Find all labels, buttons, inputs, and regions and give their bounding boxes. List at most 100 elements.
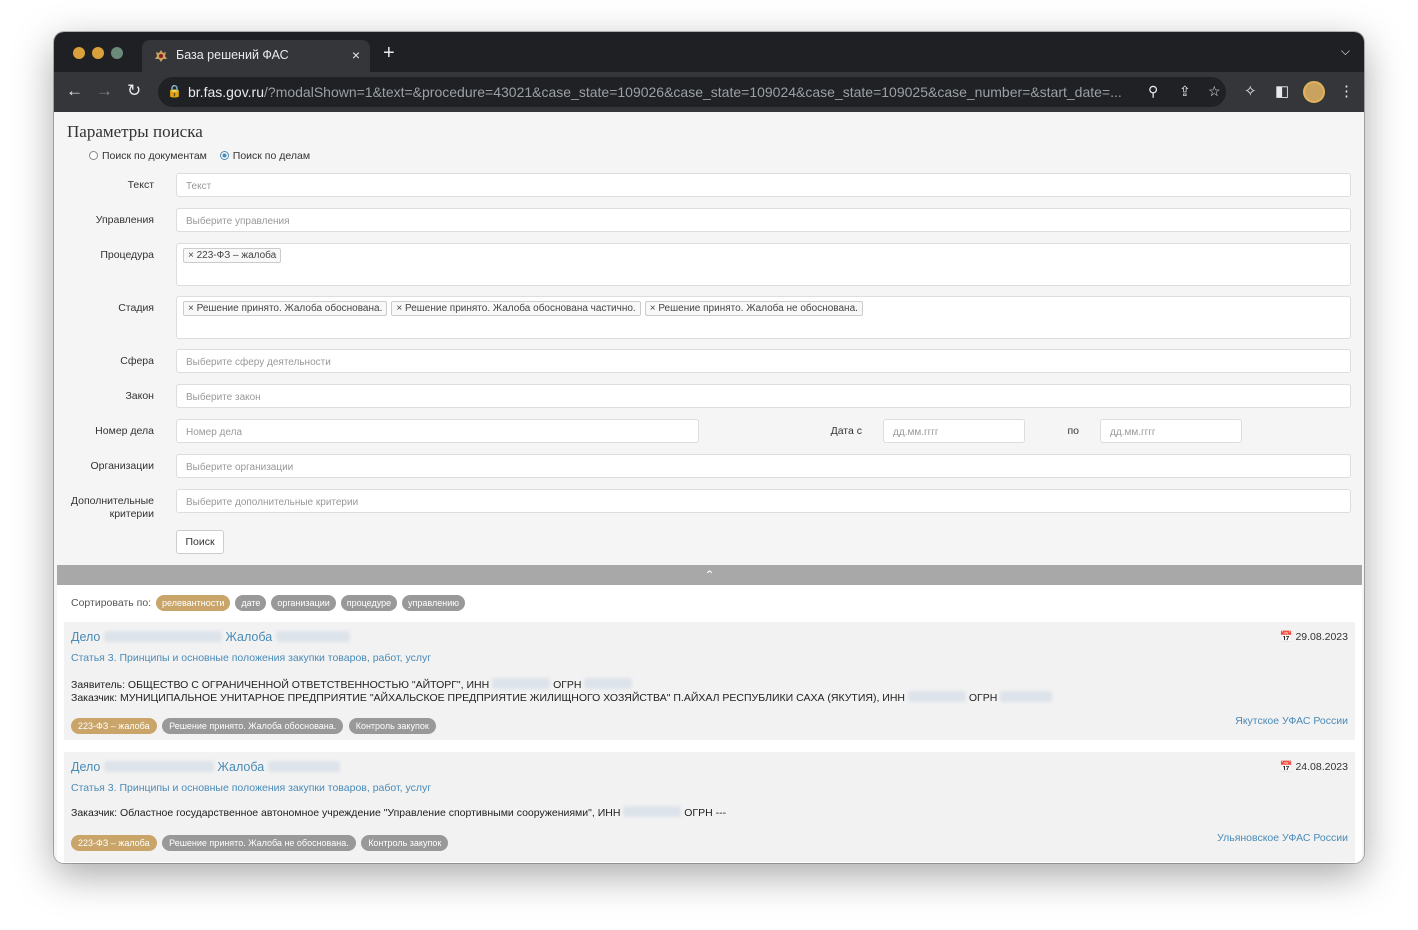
result-card: Дело Жалоба 📅 24.08.2023 Статья 3. Принц…: [64, 752, 1355, 862]
stage-select[interactable]: × Решение принято. Жалоба обоснована. × Р…: [176, 296, 1351, 339]
case-prefix[interactable]: Дело: [71, 760, 100, 774]
forward-arrow-icon[interactable]: →: [96, 81, 113, 101]
kebab-menu-icon[interactable]: ⋮: [1339, 82, 1354, 100]
extensions-icon[interactable]: ✧: [1244, 82, 1257, 100]
category-tag[interactable]: Контроль закупок: [348, 718, 436, 734]
case-title-link[interactable]: Дело Жалоба: [71, 760, 340, 774]
departments-select[interactable]: Выберите управления: [176, 208, 1351, 232]
case-prefix[interactable]: Дело: [71, 630, 100, 644]
case-tags: 223-ФЗ – жалоба Решение принято. Жалоба …: [71, 833, 449, 851]
browser-window: База решений ФАС × + ⌵ ← → ↻ 🔒 br.fas.go…: [54, 32, 1364, 863]
redacted-number: [103, 761, 214, 772]
result-card: Дело Жалоба 📅 29.08.2023 Статья 3. Принц…: [64, 622, 1355, 740]
case-type[interactable]: Жалоба: [225, 630, 272, 644]
customer-ogrn: ОГРН: [968, 692, 998, 704]
minimize-window-button[interactable]: [92, 47, 104, 59]
stage-chip[interactable]: × Решение принято. Жалоба не обоснована.: [644, 301, 863, 316]
case-number-input[interactable]: Номер дела: [176, 419, 699, 443]
radio-cases-label[interactable]: Поиск по делам: [233, 150, 310, 162]
maximize-window-button[interactable]: [111, 47, 123, 59]
lock-icon: 🔒: [167, 84, 182, 98]
page-title: Параметры поиска: [67, 122, 203, 141]
redacted-number: [275, 631, 350, 642]
browser-toolbar: ← → ↻ 🔒 br.fas.gov.ru/?modalShown=1&text…: [54, 72, 1364, 112]
share-icon[interactable]: ⇪: [1179, 83, 1191, 100]
close-window-button[interactable]: [73, 47, 85, 59]
chevron-down-icon[interactable]: ⌵: [1341, 44, 1350, 59]
redacted-ogrn: [584, 678, 633, 689]
orgs-select[interactable]: Выберите организации: [176, 454, 1351, 478]
sphere-select[interactable]: Выберите сферу деятельности: [176, 349, 1351, 373]
page: Параметры поиска Поиск по документам Пои…: [54, 112, 1364, 863]
procedure-tag[interactable]: 223-ФЗ – жалоба: [71, 718, 157, 734]
case-article[interactable]: Статья 3. Принципы и основные положения …: [71, 652, 431, 664]
calendar-icon: 📅: [1279, 761, 1293, 773]
procedure-select[interactable]: × 223-ФЗ – жалоба: [176, 243, 1351, 286]
stage-tag[interactable]: Решение принято. Жалоба обоснована.: [162, 718, 344, 734]
sort-bar: Сортировать по: релевантности дате орган…: [71, 595, 466, 611]
radio-docs-label[interactable]: Поиск по документам: [102, 150, 207, 162]
stage-chip[interactable]: × Решение принято. Жалоба обоснована.: [183, 301, 388, 316]
sort-relevance[interactable]: релевантности: [156, 595, 231, 611]
redacted-number: [267, 761, 340, 772]
emblem-icon: [155, 50, 167, 62]
search-button[interactable]: Поиск: [176, 530, 224, 554]
sphere-label: Сфера: [120, 355, 154, 367]
extra-criteria-select[interactable]: Выберите дополнительные критерии: [176, 489, 1351, 513]
case-article[interactable]: Статья 3. Принципы и основные положения …: [71, 782, 431, 794]
zoom-icon[interactable]: ⚲: [1148, 83, 1158, 100]
collapse-toggle[interactable]: ⌃: [57, 565, 1362, 585]
calendar-icon: 📅: [1279, 631, 1293, 643]
url-host: br.fas.gov.ru: [188, 84, 265, 100]
redacted-inn: [623, 806, 682, 817]
bookmark-star-icon[interactable]: ☆: [1208, 83, 1221, 100]
orgs-label: Организации: [90, 460, 154, 472]
back-arrow-icon[interactable]: ←: [66, 81, 83, 101]
case-title-link[interactable]: Дело Жалоба: [71, 630, 350, 644]
browser-tab[interactable]: База решений ФАС ×: [142, 40, 370, 72]
tab-strip: База решений ФАС × + ⌵: [54, 32, 1364, 72]
case-type[interactable]: Жалоба: [217, 760, 264, 774]
sort-department[interactable]: управлению: [402, 595, 466, 611]
results-panel: Сортировать по: релевантности дате орган…: [57, 585, 1362, 863]
ufas-link[interactable]: Якутское УФАС России: [1235, 715, 1348, 727]
radio-docs[interactable]: [89, 151, 98, 160]
procedure-label: Процедура: [100, 249, 154, 261]
avatar[interactable]: [1303, 81, 1325, 103]
text-label: Текст: [127, 179, 154, 191]
law-select[interactable]: Выберите закон: [176, 384, 1351, 408]
case-tags: 223-ФЗ – жалоба Решение принято. Жалоба …: [71, 716, 437, 734]
sort-procedure[interactable]: процедуре: [340, 595, 398, 611]
extra-label-line1: Дополнительные: [70, 495, 154, 507]
sidepanel-icon[interactable]: ◧: [1275, 82, 1289, 100]
procedure-chip[interactable]: × 223-ФЗ – жалоба: [183, 248, 282, 263]
case-customer: Заказчик: МУНИЦИПАЛЬНОЕ УНИТАРНОЕ ПРЕДПР…: [71, 691, 1053, 704]
address-bar[interactable]: 🔒 br.fas.gov.ru/?modalShown=1&text=&proc…: [158, 77, 1226, 107]
redacted-ogrn: [1000, 691, 1053, 702]
tab-close-icon[interactable]: ×: [352, 47, 360, 63]
sort-label: Сортировать по:: [71, 597, 152, 609]
sort-date[interactable]: дате: [235, 595, 267, 611]
customer-text: Заказчик: МУНИЦИПАЛЬНОЕ УНИТАРНОЕ ПРЕДПР…: [71, 692, 905, 704]
new-tab-button[interactable]: +: [383, 42, 395, 65]
date-to-input[interactable]: дд.мм.гггг: [1100, 419, 1242, 443]
stage-chip[interactable]: × Решение принято. Жалоба обоснована час…: [391, 301, 641, 316]
redacted-inn: [907, 691, 966, 702]
case-date: 📅 29.08.2023: [1279, 630, 1348, 643]
ufas-link[interactable]: Ульяновское УФАС России: [1217, 832, 1348, 844]
extra-label-line2: критерии: [109, 508, 154, 520]
date-from-label: Дата с: [830, 425, 862, 437]
stage-label: Стадия: [118, 302, 154, 314]
case-date: 📅 24.08.2023: [1279, 760, 1348, 773]
stage-tag[interactable]: Решение принято. Жалоба не обоснована.: [162, 835, 356, 851]
text-input[interactable]: Текст: [176, 173, 1351, 197]
url-text: br.fas.gov.ru/?modalShown=1&text=&proced…: [188, 84, 1138, 100]
category-tag[interactable]: Контроль закупок: [361, 835, 449, 851]
law-label: Закон: [125, 390, 154, 402]
sort-organization[interactable]: организации: [271, 595, 336, 611]
redacted-number: [103, 631, 222, 642]
case-date-text: 24.08.2023: [1295, 761, 1348, 773]
reload-icon[interactable]: ↻: [127, 81, 141, 101]
radio-cases[interactable]: [219, 151, 229, 160]
procedure-tag[interactable]: 223-ФЗ – жалоба: [71, 835, 157, 851]
